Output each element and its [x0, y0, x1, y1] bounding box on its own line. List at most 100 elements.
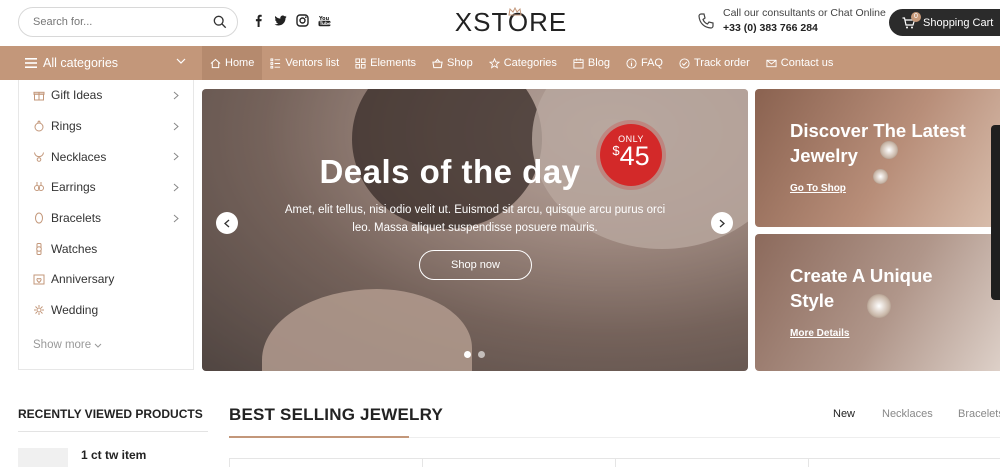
social-links: You Tube [252, 14, 331, 27]
promo-banner-latest-jewelry[interactable]: Discover The Latest Jewelry Go To Shop [755, 89, 1000, 227]
nav-track-order[interactable]: Track order [671, 46, 758, 80]
hero-slider: Deals of the day ONLY $45 Amet, elit tel… [202, 89, 748, 371]
grid-icon [355, 57, 366, 69]
sidebar-item-label: Gift Ideas [51, 88, 103, 103]
check-circle-icon [679, 57, 690, 69]
nav-track-order-label: Track order [693, 57, 750, 69]
tab-bracelets[interactable]: Bracelets [958, 408, 1000, 420]
chevron-down-icon [95, 343, 102, 348]
chevron-right-icon [173, 152, 179, 161]
star-icon [488, 57, 500, 69]
twitter-icon[interactable] [274, 14, 287, 27]
prev-slide-button[interactable] [216, 212, 238, 234]
facebook-icon[interactable] [252, 14, 265, 27]
nav-shop[interactable]: Shop [424, 46, 481, 80]
youtube-icon[interactable]: You Tube [318, 14, 331, 27]
crown-icon [508, 7, 522, 16]
price-badge: ONLY $45 [600, 124, 662, 186]
sidebar-item-label: Bracelets [51, 211, 102, 226]
more-details-link[interactable]: More Details [790, 328, 849, 339]
nav-shop-label: Shop [447, 57, 473, 69]
nav-blog-label: Blog [587, 57, 610, 69]
gift-icon [33, 92, 45, 101]
mail-icon [766, 59, 777, 67]
recently-viewed-title: RECENTLY VIEWED PRODUCTS [18, 407, 203, 421]
bracelet-icon [35, 212, 43, 224]
show-more-label: Show more [33, 339, 92, 351]
nav-categories-label: Categories [503, 57, 557, 69]
divider [18, 431, 208, 432]
sidebar-item-label: Rings [51, 119, 82, 134]
category-sidebar: Gift Ideas Rings Necklaces Earrings Brac… [18, 80, 194, 370]
nav-contact-us-label: Contact us [780, 57, 834, 69]
instagram-icon[interactable] [296, 14, 309, 27]
nav-contact-us[interactable]: Contact us [758, 46, 842, 80]
sidebar-item-bracelets[interactable]: Bracelets [19, 203, 193, 234]
side-panel-edge[interactable] [991, 125, 1000, 300]
cart-count-badge: 0 [911, 12, 921, 22]
shop-now-button[interactable]: Shop now [419, 250, 532, 280]
cart-label: Shopping Cart [923, 16, 994, 29]
home-icon [210, 58, 221, 68]
sidebar-item-label: Anniversary [51, 272, 115, 287]
sidebar-item-rings[interactable]: Rings [19, 111, 193, 142]
sidebar-item-watches[interactable]: Watches [19, 233, 193, 264]
promo-jewel-image [873, 169, 888, 184]
chevron-right-icon [173, 183, 179, 192]
all-categories-label: All categories [43, 56, 119, 70]
product-grid-divider [615, 458, 616, 467]
wedding-icon [34, 305, 44, 316]
promo-banner-unique-style[interactable]: Create A Unique Style More Details [755, 234, 1000, 371]
search-input[interactable] [33, 16, 213, 28]
info-icon [626, 57, 637, 69]
sidebar-item-earrings[interactable]: Earrings [19, 172, 193, 203]
search-box[interactable] [18, 7, 238, 37]
search-icon[interactable] [213, 15, 227, 29]
sidebar-item-anniversary[interactable]: Anniversary [19, 264, 193, 295]
all-categories-toggle[interactable]: All categories [0, 46, 202, 80]
site-logo[interactable]: XSTORE [455, 6, 566, 38]
product-grid-divider [808, 458, 809, 467]
top-header: YouTube XSTORE Call our consultants or C… [0, 0, 1000, 46]
next-slide-button[interactable] [711, 212, 733, 234]
svg-text:Tube: Tube [320, 21, 331, 26]
nav-faq[interactable]: FAQ [618, 46, 671, 80]
nav-elements[interactable]: Elements [347, 46, 424, 80]
nav-ventors-list-label: Ventors list [285, 57, 340, 69]
earring-icon [34, 182, 44, 192]
show-more-link[interactable]: Show more [33, 339, 102, 351]
recent-item-title[interactable]: 1 ct tw item [81, 448, 146, 462]
best-selling-title: BEST SELLING JEWELRY [229, 405, 444, 424]
slider-dot-2[interactable] [478, 351, 485, 358]
go-to-shop-link[interactable]: Go To Shop [790, 183, 846, 194]
slider-dot-1[interactable] [464, 351, 471, 358]
chevron-right-icon [173, 122, 179, 131]
sidebar-item-label: Wedding [51, 303, 99, 318]
nav-home[interactable]: Home [202, 46, 263, 80]
menu-icon [25, 58, 37, 68]
nav-categories[interactable]: Categories [481, 46, 565, 80]
list-icon [270, 57, 281, 69]
sidebar-item-necklaces[interactable]: Necklaces [19, 141, 193, 172]
slider-dots [464, 351, 485, 358]
necklace-icon [34, 152, 44, 162]
phone-icon [698, 13, 714, 29]
product-grid-divider [422, 458, 423, 467]
tab-necklaces[interactable]: Necklaces [882, 408, 933, 420]
sidebar-item-label: Earrings [51, 180, 96, 195]
sidebar-item-gift-ideas[interactable]: Gift Ideas [19, 80, 193, 111]
nav-blog[interactable]: Blog [565, 46, 618, 80]
sidebar-item-label: Necklaces [51, 149, 107, 164]
tab-new[interactable]: New [833, 408, 855, 420]
nav-faq-label: FAQ [640, 57, 663, 69]
nav-elements-label: Elements [370, 57, 417, 69]
sidebar-item-wedding[interactable]: Wedding [19, 295, 193, 326]
basket-icon [432, 58, 443, 68]
nav-ventors-list[interactable]: Ventors list [262, 46, 347, 80]
chevron-down-icon [176, 58, 186, 64]
recent-item-thumbnail[interactable] [18, 448, 68, 467]
hero-description: Amet, elit tellus, nisi odio velit ut. E… [284, 204, 666, 234]
shopping-cart-button[interactable]: 0 Shopping Cart [889, 9, 1000, 36]
contact-text: Call our consultants or Chat Online [723, 7, 886, 19]
contact-phone[interactable]: +33 (0) 383 766 284 [723, 21, 886, 36]
